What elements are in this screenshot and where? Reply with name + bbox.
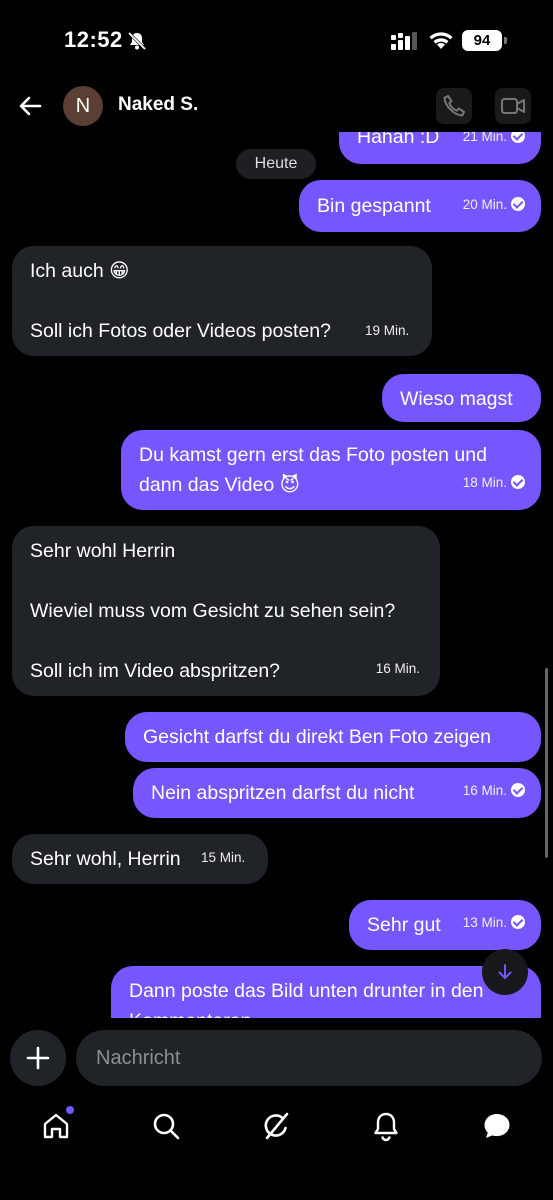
- message-text: Ich auch 😁 Soll ich Fotos oder Videos po…: [30, 260, 331, 342]
- message-time: 16 Min.: [463, 776, 525, 806]
- message-text: Wieso magst: [400, 388, 513, 410]
- message-time: 15 Min.: [201, 850, 246, 865]
- message-bubble-incoming[interactable]: Sehr wohl, Herrin 15 Min.: [12, 834, 268, 884]
- tab-notifications[interactable]: [370, 1110, 402, 1142]
- message-text: Sehr wohl, Herrin: [30, 848, 181, 870]
- read-check-icon: [511, 915, 525, 929]
- plus-icon: [26, 1046, 50, 1070]
- voice-call-button[interactable]: [436, 88, 472, 124]
- message-text: Gesicht darfst du direkt Ben Foto zeigen: [143, 726, 491, 748]
- attach-button[interactable]: [10, 1030, 66, 1086]
- video-call-button[interactable]: [495, 88, 531, 124]
- tab-search[interactable]: [150, 1110, 182, 1142]
- read-check-icon: [511, 783, 525, 797]
- notification-dot: [66, 1106, 74, 1114]
- message-text: Bin gespannt: [317, 195, 431, 217]
- scroll-to-bottom-button[interactable]: [482, 949, 528, 995]
- grok-icon: [264, 1112, 289, 1140]
- message-input[interactable]: [76, 1030, 542, 1086]
- phone-icon: [443, 95, 465, 117]
- read-check-icon: [511, 197, 525, 211]
- message-composer: [0, 1018, 553, 1098]
- bell-icon: [374, 1112, 398, 1142]
- message-bubble-incoming[interactable]: Ich auch 😁 Soll ich Fotos oder Videos po…: [12, 246, 432, 356]
- message-bubble-outgoing[interactable]: Du kamst gern erst das Foto posten und d…: [121, 430, 541, 510]
- contact-name[interactable]: Naked S.: [118, 94, 198, 116]
- message-time: 16 Min.: [375, 661, 420, 676]
- message-bubble-incoming[interactable]: Sehr wohl Herrin Wieviel muss vom Gesich…: [12, 526, 440, 696]
- arrow-down-icon: [498, 964, 512, 979]
- tab-grok[interactable]: [260, 1110, 292, 1142]
- back-arrow-icon[interactable]: [16, 92, 44, 120]
- bottom-tab-bar: [0, 1098, 553, 1200]
- read-check-icon: [511, 475, 525, 489]
- tab-messages[interactable]: [481, 1110, 513, 1142]
- chat-header: N Naked S.: [0, 80, 553, 132]
- message-text: Sehr wohl Herrin Wieviel muss vom Gesich…: [30, 540, 396, 682]
- message-time: 19 Min.: [365, 323, 410, 338]
- message-time: 13 Min.: [463, 908, 525, 938]
- message-time: 18 Min.: [463, 468, 525, 498]
- message-bubble-outgoing[interactable]: Wieso magst: [382, 374, 541, 422]
- message-bubble-outgoing[interactable]: Sehr gut 13 Min.: [349, 900, 541, 950]
- message-text: Dann poste das Bild unten drunter in den…: [129, 980, 484, 1018]
- scrollbar[interactable]: [545, 668, 548, 858]
- home-icon: [43, 1113, 69, 1139]
- date-separator: Heute: [236, 149, 316, 179]
- tab-home[interactable]: [40, 1106, 74, 1142]
- message-bubble-outgoing[interactable]: Gesicht darfst du direkt Ben Foto zeigen: [125, 712, 541, 762]
- message-time: 20 Min.: [463, 190, 525, 220]
- message-text: Nein abspritzen darfst du nicht: [151, 782, 415, 804]
- search-icon: [153, 1113, 180, 1140]
- avatar[interactable]: N: [63, 86, 103, 126]
- message-list[interactable]: Hahah :D 21 Min. Heute Bin gespannt 20 M…: [0, 0, 553, 1018]
- messages-icon: [484, 1114, 510, 1138]
- message-bubble-outgoing[interactable]: Nein abspritzen darfst du nicht 16 Min.: [133, 768, 541, 818]
- message-bubble-outgoing[interactable]: Dann poste das Bild unten drunter in den…: [111, 966, 541, 1018]
- message-bubble-outgoing[interactable]: Bin gespannt 20 Min.: [299, 180, 541, 232]
- message-text: Sehr gut: [367, 914, 441, 936]
- video-camera-icon: [501, 98, 525, 114]
